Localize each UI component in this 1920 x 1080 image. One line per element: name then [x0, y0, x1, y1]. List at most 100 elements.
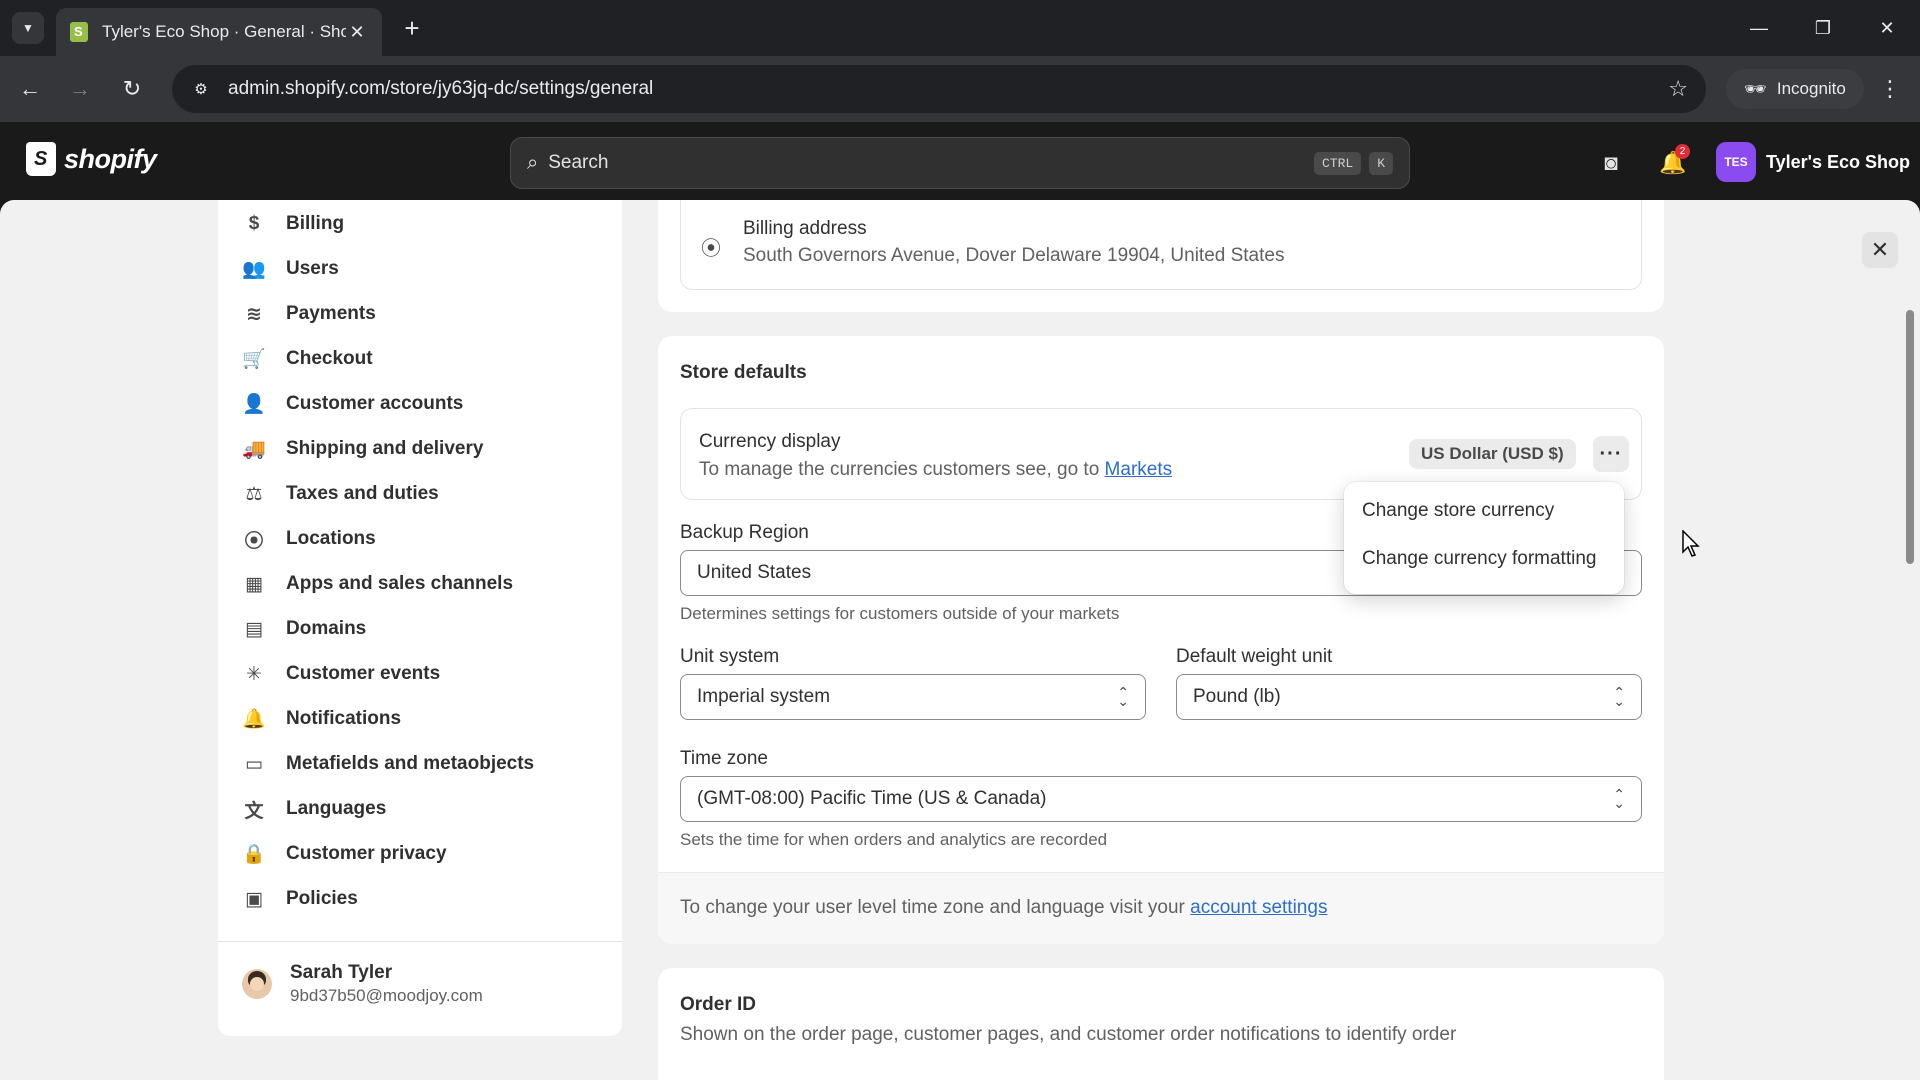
apps-icon: ▦: [245, 573, 263, 595]
sidebar-item-locations[interactable]: ⦿ Locations: [242, 519, 375, 559]
weight-unit-select[interactable]: Pound (lb) ⌃ ⌄: [1176, 674, 1642, 720]
sidebar-item-label: Customer accounts: [286, 393, 464, 414]
sidebar-item-domains[interactable]: ▤ Domains: [242, 609, 366, 649]
tab-search-button[interactable]: ▼: [12, 12, 44, 44]
menu-item-change-currency-formatting[interactable]: Change currency formatting: [1362, 548, 1596, 570]
close-icon: ✕: [1870, 237, 1890, 262]
unit-system-label: Unit system: [680, 646, 780, 667]
site-settings-icon[interactable]: ⚙: [190, 78, 212, 100]
notification-count-badge: 2: [1675, 144, 1690, 159]
browser-menu-button[interactable]: ⋮: [1874, 73, 1906, 105]
sidekick-button[interactable]: ◙: [1594, 146, 1628, 180]
sidebar-divider: [218, 941, 622, 942]
url-text[interactable]: admin.shopify.com/store/jy63jq-dc/settin…: [228, 78, 1668, 100]
back-button[interactable]: ←: [14, 73, 46, 105]
sidebar-item-customer-accounts[interactable]: 👤 Customer accounts: [242, 384, 463, 424]
sidebar-item-billing[interactable]: $ Billing: [242, 204, 344, 244]
window-close-button[interactable]: ✕: [1864, 10, 1910, 46]
sidebar-item-label: Customer events: [286, 663, 441, 684]
avatar: [242, 969, 272, 999]
payments-icon: ≋: [246, 303, 262, 325]
sidebar-item-customer-privacy[interactable]: 🔒 Customer privacy: [242, 834, 447, 874]
time-zone-select[interactable]: (GMT-08:00) Pacific Time (US & Canada) ⌃…: [680, 776, 1642, 822]
select-chevron-icon: ⌃ ⌄: [1117, 684, 1129, 709]
sidebar-item-apps[interactable]: ▦ Apps and sales channels: [242, 564, 513, 604]
order-id-title: Order ID: [680, 994, 757, 1015]
store-name: Tyler's Eco Shop: [1766, 151, 1910, 172]
shopify-top-bar: shopify ⌕ Search CTRL K ◙ 🔔 2 TES Tyler'…: [0, 122, 1920, 204]
user-profile[interactable]: Sarah Tyler 9bd37b50@moodjoy.com: [242, 962, 483, 1006]
sidekick-icon: ◙: [1604, 150, 1618, 175]
person-icon: 👤: [242, 394, 266, 415]
incognito-indicator[interactable]: 🕶 Incognito: [1726, 69, 1864, 109]
notifications-button[interactable]: 🔔 2: [1656, 144, 1690, 180]
reload-button[interactable]: ↻: [116, 73, 148, 105]
time-zone-help: Sets the time for when orders and analyt…: [680, 830, 1108, 849]
sidebar-item-policies[interactable]: ▣ Policies: [242, 879, 358, 919]
sidebar-item-languages[interactable]: 文 Languages: [242, 789, 386, 829]
store-menu-button[interactable]: TES Tyler's Eco Shop: [1716, 142, 1910, 182]
sidebar-item-label: Languages: [286, 798, 387, 819]
currency-subtitle-text: To manage the currencies customers see, …: [699, 459, 1105, 480]
shopify-favicon-icon: [70, 22, 88, 42]
sidebar-item-checkout[interactable]: 🛒 Checkout: [242, 339, 372, 379]
shopify-logo[interactable]: shopify: [26, 142, 157, 176]
restore-button[interactable]: ❐: [1800, 10, 1846, 46]
sidebar-item-label: Payments: [286, 303, 376, 324]
footer-prefix: To change your user level time zone and …: [680, 897, 1191, 918]
sidebar-item-payments[interactable]: ≋ Payments: [242, 294, 376, 334]
bookmark-star-icon[interactable]: ☆: [1668, 76, 1688, 102]
location-pin-icon: ⦿: [701, 238, 721, 260]
billing-address-row[interactable]: ⦿ Billing address South Governors Avenue…: [680, 200, 1642, 290]
search-input[interactable]: ⌕ Search CTRL K: [510, 137, 1410, 189]
sidebar-item-metafields[interactable]: ▭ Metafields and metaobjects: [242, 744, 534, 784]
sparkle-icon: ✳: [246, 663, 262, 685]
sidebar-item-shipping[interactable]: 🚚 Shipping and delivery: [242, 429, 483, 469]
sidebar-item-taxes[interactable]: ⚖ Taxes and duties: [242, 474, 439, 514]
close-settings-button[interactable]: ✕: [1862, 232, 1898, 268]
store-defaults-title: Store defaults: [680, 362, 807, 383]
policies-icon: ▣: [245, 888, 263, 910]
sidebar-item-customer-events[interactable]: ✳ Customer events: [242, 654, 440, 694]
menu-item-change-store-currency[interactable]: Change store currency: [1362, 500, 1554, 522]
scrollbar-thumb[interactable]: [1906, 310, 1914, 564]
account-settings-link[interactable]: account settings: [1190, 897, 1327, 918]
minimize-button[interactable]: —: [1736, 10, 1782, 46]
select-chevron-icon: ⌃ ⌄: [1613, 786, 1625, 811]
browser-tab-active[interactable]: Tyler's Eco Shop · General · Sho ✕: [56, 8, 382, 56]
currency-display-subtitle: To manage the currencies customers see, …: [699, 459, 1172, 481]
sidebar-item-label: Taxes and duties: [286, 483, 439, 504]
metafields-icon: ▭: [245, 753, 263, 775]
address-bar[interactable]: ⚙ admin.shopify.com/store/jy63jq-dc/sett…: [172, 65, 1706, 113]
settings-sidebar: $ Billing 👥 Users ≋ Payments 🛒 Checkout 👤 Cus…: [218, 200, 622, 1036]
time-zone-value: (GMT-08:00) Pacific Time (US & Canada): [697, 788, 1047, 809]
tab-close-icon[interactable]: ✕: [346, 21, 368, 43]
tab-title: Tyler's Eco Shop · General · Sho: [102, 22, 346, 41]
sidebar-item-label: Users: [286, 258, 339, 279]
sidebar-item-label: Notifications: [286, 708, 402, 729]
backup-region-help: Determines settings for customers outsid…: [680, 604, 1120, 623]
markets-link[interactable]: Markets: [1105, 459, 1173, 480]
order-id-subtitle: Shown on the order page, customer pages,…: [680, 1024, 1457, 1045]
sidebar-item-label: Customer privacy: [286, 843, 447, 864]
browser-toolbar: ← → ↻ ⚙ admin.shopify.com/store/jy63jq-d…: [0, 56, 1920, 122]
select-chevron-icon: ⌃ ⌄: [1613, 684, 1625, 709]
forward-button[interactable]: →: [64, 73, 96, 105]
search-placeholder: Search: [548, 152, 609, 173]
sidebar-item-users[interactable]: 👥 Users: [242, 249, 339, 289]
unit-system-value: Imperial system: [697, 686, 831, 707]
currency-more-actions-button[interactable]: ···: [1593, 436, 1629, 472]
weight-unit-label: Default weight unit: [1176, 646, 1333, 667]
weight-unit-value: Pound (lb): [1193, 686, 1281, 707]
time-zone-label: Time zone: [680, 748, 768, 769]
new-tab-button[interactable]: +: [396, 12, 428, 44]
backup-region-label: Backup Region: [680, 522, 809, 543]
sidebar-item-notifications[interactable]: 🔔 Notifications: [242, 699, 401, 739]
currency-display-title: Currency display: [699, 431, 841, 452]
more-horizontal-icon: ···: [1599, 442, 1623, 465]
unit-system-select[interactable]: Imperial system ⌃ ⌄: [680, 674, 1146, 720]
incognito-label: Incognito: [1776, 79, 1846, 98]
shortcut-k-key: K: [1369, 151, 1393, 175]
store-details-card: ⦿ Billing address South Governors Avenue…: [658, 200, 1664, 312]
browser-tab-bar: ▼ Tyler's Eco Shop · General · Sho ✕ + —…: [0, 0, 1920, 56]
